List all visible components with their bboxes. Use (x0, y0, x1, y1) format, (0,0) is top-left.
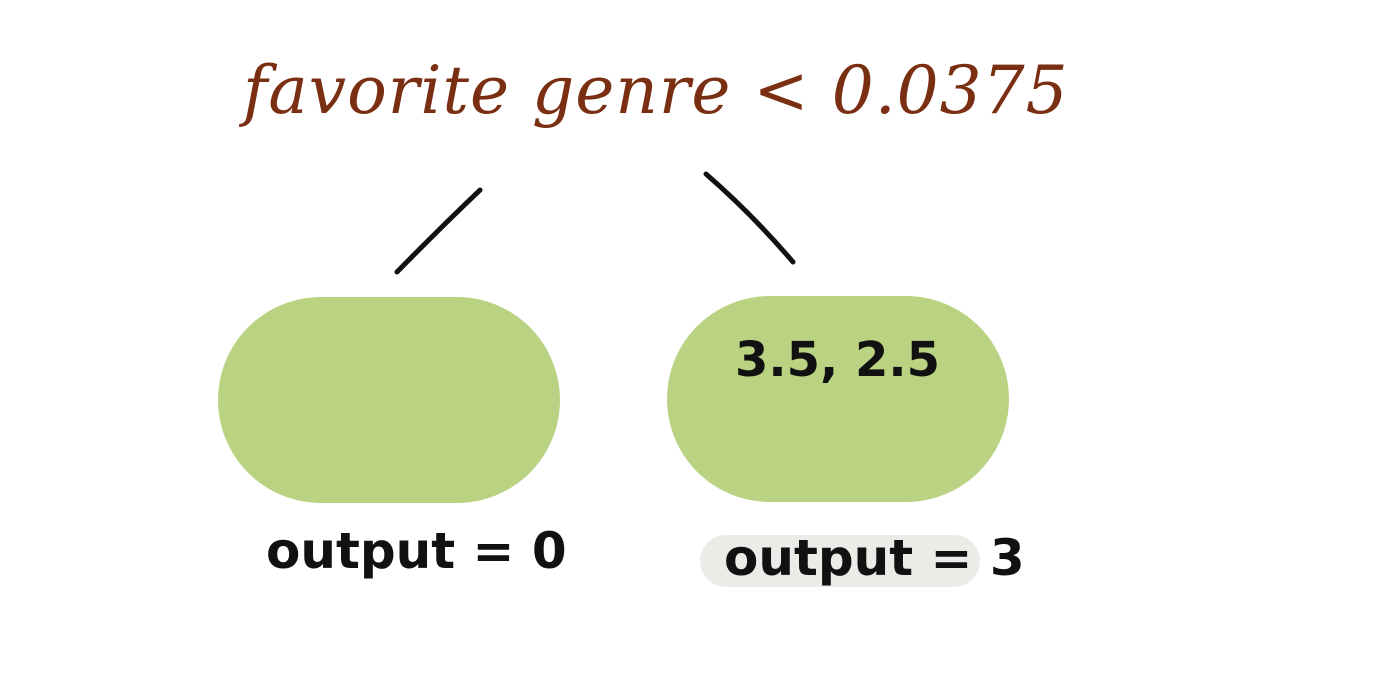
edge-right (703, 171, 796, 265)
edge-left (394, 187, 483, 275)
leaf-node-left (218, 297, 560, 503)
decision-tree-diagram: { "colors": { "condition_text": "#7a2e12… (0, 0, 1400, 678)
leaf-values-right: 3.5, 2.5 (735, 332, 941, 388)
leaf-output-right: output = 3 (724, 529, 1025, 587)
leaf-node-right: 3.5, 2.5 (667, 296, 1009, 502)
leaf-output-left: output = 0 (266, 522, 567, 580)
